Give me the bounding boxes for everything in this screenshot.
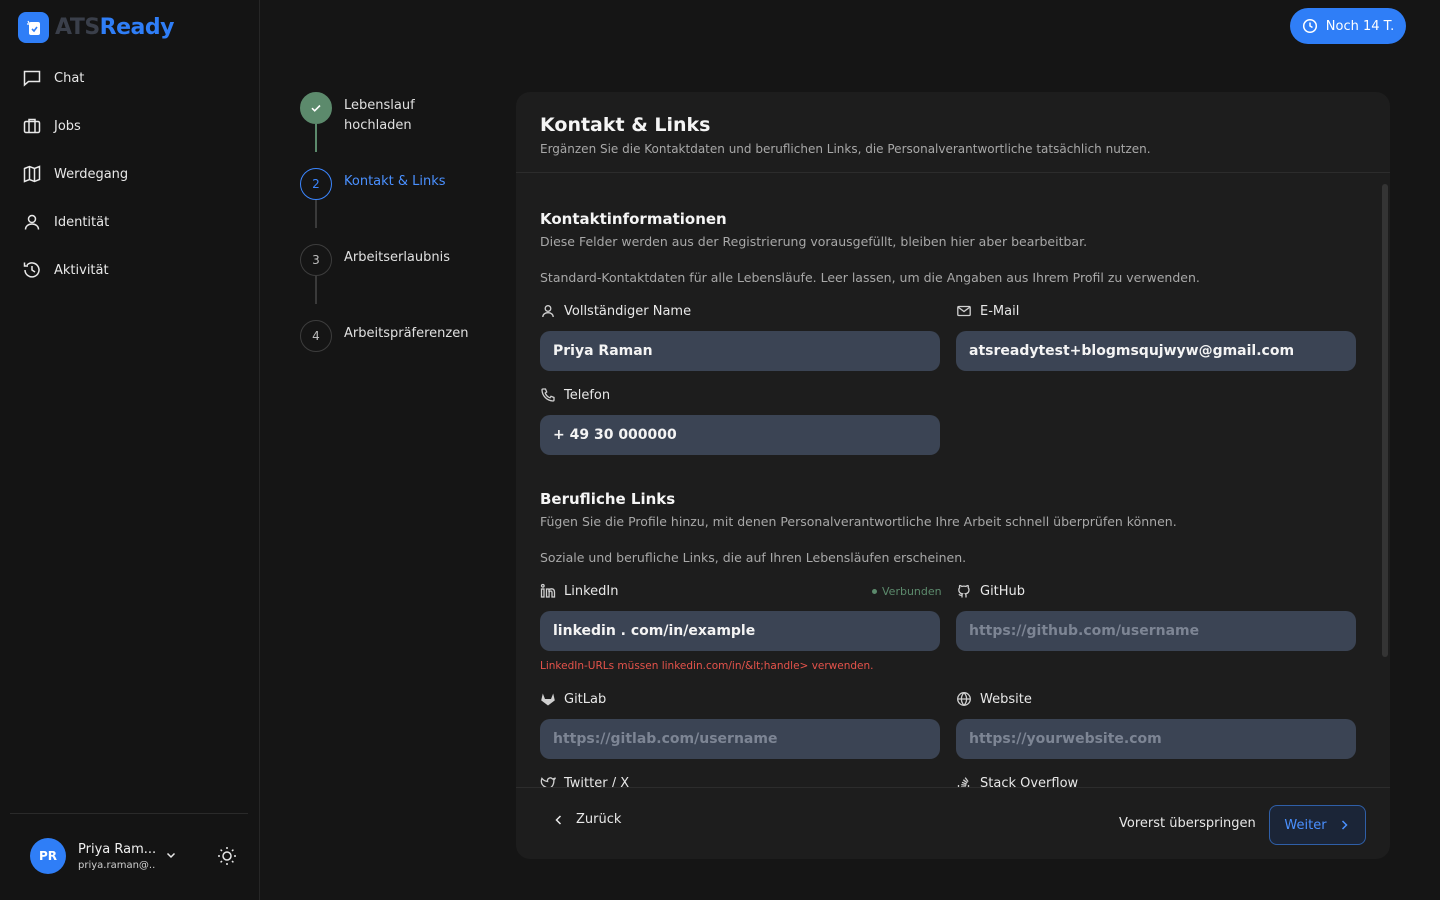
sidebar-item-label: Werdegang	[54, 166, 129, 182]
back-button[interactable]: Zurück	[552, 812, 621, 827]
sidebar-item-chat[interactable]: Chat	[10, 54, 248, 102]
avatar: PR	[30, 838, 66, 874]
back-label: Zurück	[576, 812, 622, 827]
step-label: Arbeitspräferenzen	[344, 326, 469, 341]
gitlab-label: GitLab	[540, 691, 606, 707]
clock-icon	[1302, 18, 1318, 34]
briefcase-icon	[22, 116, 42, 136]
user-name: Priya Ram...	[78, 841, 156, 857]
stack-overflow-icon	[956, 775, 972, 787]
step-connector	[315, 200, 317, 228]
sidebar-item-identitaet[interactable]: Identität	[10, 198, 248, 246]
step-label: Lebenslauf hochladen	[344, 98, 415, 133]
phone-label: Telefon	[540, 387, 610, 403]
user-info: Priya Ram... priya.raman@...	[78, 842, 156, 871]
linkedin-label: LinkedIn	[540, 583, 618, 599]
github-label: GitHub	[956, 583, 1025, 599]
next-label: Weiter	[1284, 817, 1327, 833]
card-footer: Zurück Vorerst überspringen Weiter	[516, 787, 1390, 859]
page-subtitle: Ergänzen Sie die Kontaktdaten und berufl…	[540, 142, 1151, 156]
skip-button[interactable]: Vorerst überspringen	[1119, 816, 1256, 831]
step-connector	[315, 276, 317, 304]
section-title-links: Berufliche Links	[540, 490, 676, 508]
user-icon	[540, 303, 556, 319]
chat-icon	[22, 68, 42, 88]
step-lebenslauf[interactable]: Lebenslauf hochladen	[300, 92, 434, 136]
linkedin-input[interactable]	[540, 611, 940, 651]
email-label: E-Mail	[956, 303, 1019, 319]
website-label: Website	[956, 691, 1032, 707]
linkedin-status-badge: Verbunden	[872, 585, 942, 598]
stackoverflow-label: Stack Overflow	[956, 775, 1078, 787]
scrollbar[interactable]	[1382, 184, 1388, 657]
step-label: Arbeitserlaubnis	[344, 250, 451, 265]
step-arbeitspraeferenzen[interactable]: 4 Arbeitspräferenzen	[300, 320, 468, 352]
trial-button[interactable]: Noch 14 T.	[1290, 8, 1406, 44]
status-dot	[872, 589, 877, 594]
logo[interactable]: ATSReady	[18, 12, 174, 43]
gitlab-input[interactable]	[540, 719, 940, 759]
gitlab-icon	[540, 691, 556, 707]
sun-icon[interactable]	[216, 845, 238, 867]
section-title-contact: Kontaktinformationen	[540, 210, 727, 228]
step-kontakt[interactable]: 2 Kontakt & Links	[300, 168, 446, 200]
full-name-input[interactable]	[540, 331, 940, 371]
step-label: Kontakt & Links	[344, 174, 446, 189]
user-email: priya.raman@...	[78, 859, 156, 871]
sidebar-item-label: Jobs	[54, 118, 81, 134]
chevron-right-icon	[1337, 818, 1351, 832]
map-icon	[22, 164, 42, 184]
step-number: 4	[300, 320, 332, 352]
check-icon	[300, 92, 332, 124]
sidebar-nav: Chat Jobs Werdegang Identität Aktivität	[10, 54, 248, 294]
website-input[interactable]	[956, 719, 1356, 759]
twitter-icon	[540, 775, 556, 787]
globe-icon	[956, 691, 972, 707]
section-note-links: Soziale und berufliche Links, die auf Ih…	[540, 550, 967, 565]
chevron-down-icon[interactable]	[165, 849, 177, 861]
section-note-contact: Standard-Kontaktdaten für alle Lebensläu…	[540, 270, 1200, 285]
sidebar-divider	[10, 813, 248, 814]
user-menu[interactable]: PR Priya Ram... priya.raman@...	[30, 838, 176, 874]
step-number: 2	[300, 168, 332, 200]
next-button[interactable]: Weiter	[1269, 805, 1366, 845]
github-input[interactable]	[956, 611, 1356, 651]
step-number: 3	[300, 244, 332, 276]
card-body: Kontaktinformationen Diese Felder werden…	[516, 174, 1390, 787]
trial-label: Noch 14 T.	[1325, 18, 1395, 34]
step-arbeitserlaubnis[interactable]: 3 Arbeitserlaubnis	[300, 244, 450, 276]
linkedin-error: LinkedIn-URLs müssen linkedin.com/in/&lt…	[540, 660, 874, 672]
sidebar-item-label: Chat	[54, 70, 85, 86]
contact-links-card: Kontakt & Links Ergänzen Sie die Kontakt…	[516, 92, 1390, 859]
logo-icon	[18, 12, 49, 43]
section-desc-links: Fügen Sie die Profile hinzu, mit denen P…	[540, 514, 1177, 529]
page-title: Kontakt & Links	[540, 114, 711, 136]
name-label: Vollständiger Name	[540, 303, 691, 319]
logo-text: ATSReady	[55, 15, 174, 40]
user-icon	[22, 212, 42, 232]
phone-icon	[540, 387, 556, 403]
github-icon	[956, 583, 972, 599]
linkedin-icon	[540, 583, 556, 599]
card-header: Kontakt & Links Ergänzen Sie die Kontakt…	[516, 92, 1390, 173]
chevron-left-icon	[552, 813, 566, 827]
sidebar-item-jobs[interactable]: Jobs	[10, 102, 248, 150]
sidebar-item-label: Identität	[54, 214, 110, 230]
history-icon	[22, 260, 42, 280]
twitter-label: Twitter / X	[540, 775, 629, 787]
sidebar-item-werdegang[interactable]: Werdegang	[10, 150, 248, 198]
sidebar-item-label: Aktivität	[54, 262, 109, 278]
phone-input[interactable]	[540, 415, 940, 455]
email-input[interactable]	[956, 331, 1356, 371]
section-desc-contact: Diese Felder werden aus der Registrierun…	[540, 234, 1088, 249]
mail-icon	[956, 303, 972, 319]
sidebar: ATSReady Chat Jobs Werdegang Identität A…	[0, 0, 260, 900]
sidebar-item-aktivitaet[interactable]: Aktivität	[10, 246, 248, 294]
